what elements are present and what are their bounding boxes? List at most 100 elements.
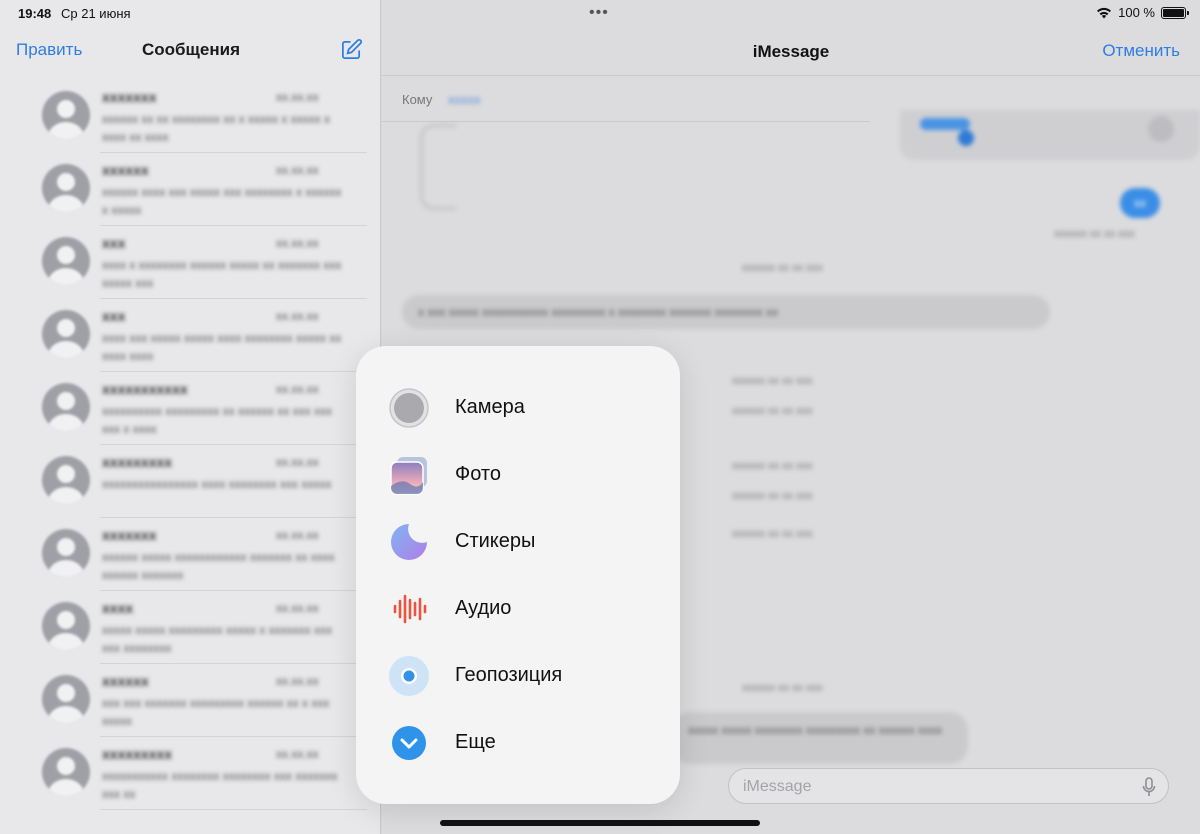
- message-input[interactable]: iMessage: [728, 768, 1169, 804]
- timestamp: xxxxxx xx xx xxx: [732, 528, 813, 540]
- sidebar-title: Сообщения: [142, 40, 240, 59]
- recipient-token[interactable]: xxxxx: [448, 92, 481, 107]
- avatar: [42, 310, 90, 358]
- message-preview: xxxxx xxxxx xxxxxxxxx xxxxx x xxxxxxx xx…: [102, 623, 333, 655]
- conversation-row[interactable]: xxxxxxxxx xx.xx.xx xxxxxxxxxxx xxxxxxxx …: [0, 737, 381, 810]
- audio-waveform-icon: [393, 594, 427, 624]
- outgoing-bubble: xx: [1120, 188, 1160, 218]
- menu-item-camera[interactable]: Камера: [356, 376, 680, 436]
- microphone-icon[interactable]: [1142, 777, 1156, 797]
- timestamp: xxxxxx xx xx xxx: [732, 405, 813, 417]
- menu-item-location[interactable]: Геопозиция: [356, 644, 680, 704]
- edit-button[interactable]: Править: [16, 40, 82, 60]
- message-time: xx.xx.xx: [276, 90, 319, 104]
- multitasking-dots[interactable]: •••: [589, 4, 609, 22]
- avatar: [42, 383, 90, 431]
- conversation-row[interactable]: xxxxxx xx.xx.xx xxxxxx xxxx xxx xxxxx xx…: [0, 153, 381, 226]
- link-preview-card: [900, 110, 1200, 160]
- conversation-row[interactable]: xxxxxxx xx.xx.xx xxxxxx xxxxx xxxxxxxxxx…: [0, 518, 381, 591]
- conversation-row[interactable]: xxxx xx.xx.xx xxxxx xxxxx xxxxxxxxx xxxx…: [0, 591, 381, 664]
- status-time: 19:48: [18, 6, 52, 21]
- menu-label: Аудио: [455, 597, 512, 619]
- timestamp: xxxxxx xx xx xxx: [742, 682, 823, 694]
- avatar: [42, 164, 90, 212]
- avatar: [42, 748, 90, 796]
- message-time: xx.xx.xx: [276, 747, 319, 761]
- timestamp: xxxxxx xx xx xxx: [742, 262, 823, 274]
- compose-icon[interactable]: [340, 38, 363, 61]
- message-preview: xxxxxx xxxxx xxxxxxxxxxxx xxxxxxx xx xxx…: [102, 550, 335, 582]
- message-preview: xxxxxxxxxxx xxxxxxxx xxxxxxxx xxx xxxxxx…: [102, 769, 338, 801]
- timestamp: xxxxxx xx xx xxx: [732, 490, 813, 502]
- conversation-row[interactable]: xxxxxxxxx xx.xx.xx xxxxxxxxxxxxxxxx xxxx…: [0, 445, 381, 518]
- incoming-bubble: xxxxx xxxxx xxxxxxxx xxxxxxxxx xx xxxxxx…: [672, 712, 968, 764]
- more-chevron-icon: [392, 726, 426, 760]
- avatar: [42, 675, 90, 723]
- conversation-title: iMessage: [752, 42, 830, 61]
- contact-name: xxxxxxxxx: [102, 454, 173, 470]
- home-indicator[interactable]: [440, 820, 760, 826]
- menu-label: Стикеры: [455, 530, 536, 552]
- conversation-row[interactable]: xxxxxxx xx.xx.xx xxxxxx xx xx xxxxxxxx x…: [0, 80, 381, 153]
- menu-label: Фото: [455, 463, 501, 485]
- wifi-icon: [1097, 7, 1112, 18]
- avatar: [42, 602, 90, 650]
- contact-name: xxxxxx: [102, 162, 149, 178]
- avatar: [42, 456, 90, 504]
- cancel-button[interactable]: Отменить: [1102, 41, 1180, 61]
- message-time: xx.xx.xx: [276, 455, 319, 469]
- message-time: xx.xx.xx: [276, 382, 319, 396]
- conversation-row[interactable]: xxxxxx xx.xx.xx xxx xxx xxxxxxx xxxxxxxx…: [0, 664, 381, 737]
- avatar: [42, 529, 90, 577]
- conversation-row[interactable]: xxx xx.xx.xx xxxx x xxxxxxxx xxxxxx xxxx…: [0, 226, 381, 299]
- camera-icon: [389, 388, 429, 428]
- conversation-sidebar: Править Сообщения xxxxxxx xx.xx.xx xxxxx…: [0, 0, 381, 834]
- message-preview: xxxxxxxxxxxxxxxx xxxx xxxxxxxx xxx xxxxx: [102, 477, 332, 491]
- to-field[interactable]: Кому xxxxx: [382, 76, 870, 122]
- message-preview: xxxx xxx xxxxx xxxxx xxxx xxxxxxxx xxxxx…: [102, 331, 342, 363]
- message-preview: xxxxxxxxxx xxxxxxxxx xx xxxxxx xx xxx xx…: [102, 404, 333, 436]
- location-icon: [389, 656, 429, 696]
- status-date: Ср 21 июня: [61, 6, 131, 21]
- avatar: [42, 91, 90, 139]
- contact-name: xxx: [102, 235, 126, 251]
- message-preview: xxxxxx xxxx xxx xxxxx xxx xxxxxxxx x xxx…: [102, 185, 342, 217]
- timestamp: xxxxxx xx xx xxx: [732, 460, 813, 472]
- message-time: xx.xx.xx: [276, 528, 319, 542]
- battery-icon: [1161, 6, 1189, 19]
- message-input-placeholder: iMessage: [743, 778, 812, 795]
- apps-menu: Камера Фото Стикеры Аудио Геопозиция Еще: [356, 346, 680, 804]
- menu-item-audio[interactable]: Аудио: [356, 577, 680, 637]
- card-avatar: [1148, 116, 1174, 142]
- message-time: xx.xx.xx: [276, 674, 319, 688]
- status-bar: 19:48 Ср 21 июня ••• 100 %: [0, 0, 1200, 26]
- message-preview: xxx xxx xxxxxxx xxxxxxxxx xxxxxx xx x xx…: [102, 696, 330, 728]
- conversation-row[interactable]: xxx xx.xx.xx xxxx xxx xxxxx xxxxx xxxx x…: [0, 299, 381, 372]
- to-label: Кому: [402, 92, 433, 107]
- conversation-header: iMessage Отменить: [382, 26, 1200, 76]
- message-preview: xxxx x xxxxxxxx xxxxxx xxxxx xx xxxxxxx …: [102, 258, 342, 290]
- menu-item-more[interactable]: Еще: [356, 711, 680, 771]
- delivery-status: xxxxxx xx xx xxx: [1054, 228, 1135, 240]
- contact-name: xxx: [102, 308, 126, 324]
- menu-item-stickers[interactable]: Стикеры: [356, 510, 680, 570]
- conversation-row[interactable]: xxxxxxxxxxx xx.xx.xx xxxxxxxxxx xxxxxxxx…: [0, 372, 381, 445]
- contact-name: xxxxxxxxx: [102, 746, 173, 762]
- stickers-icon: [391, 524, 427, 560]
- menu-label: Еще: [455, 731, 496, 753]
- contact-name: xxxxxxx: [102, 89, 157, 105]
- menu-item-photos[interactable]: Фото: [356, 443, 680, 503]
- contact-name: xxxxxxx: [102, 527, 157, 543]
- conversation-list: xxxxxxx xx.xx.xx xxxxxx xx xx xxxxxxxx x…: [0, 80, 381, 810]
- contact-name: xxxxxxxxxxx: [102, 381, 188, 397]
- contact-name: xxxxxx: [102, 673, 149, 689]
- sidebar-header: Править Сообщения: [0, 26, 381, 76]
- status-indicators: 100 %: [1096, 5, 1189, 20]
- attachment-frame: [420, 124, 456, 210]
- menu-label: Геопозиция: [455, 664, 563, 686]
- message-time: xx.xx.xx: [276, 236, 319, 250]
- timestamp: xxxxxx xx xx xxx: [732, 375, 813, 387]
- contact-name: xxxx: [102, 600, 134, 616]
- card-highlight: [920, 118, 970, 130]
- incoming-bubble: x xxx xxxxx xxxxxxxxxxx xxxxxxxxx x xxxx…: [402, 295, 1050, 329]
